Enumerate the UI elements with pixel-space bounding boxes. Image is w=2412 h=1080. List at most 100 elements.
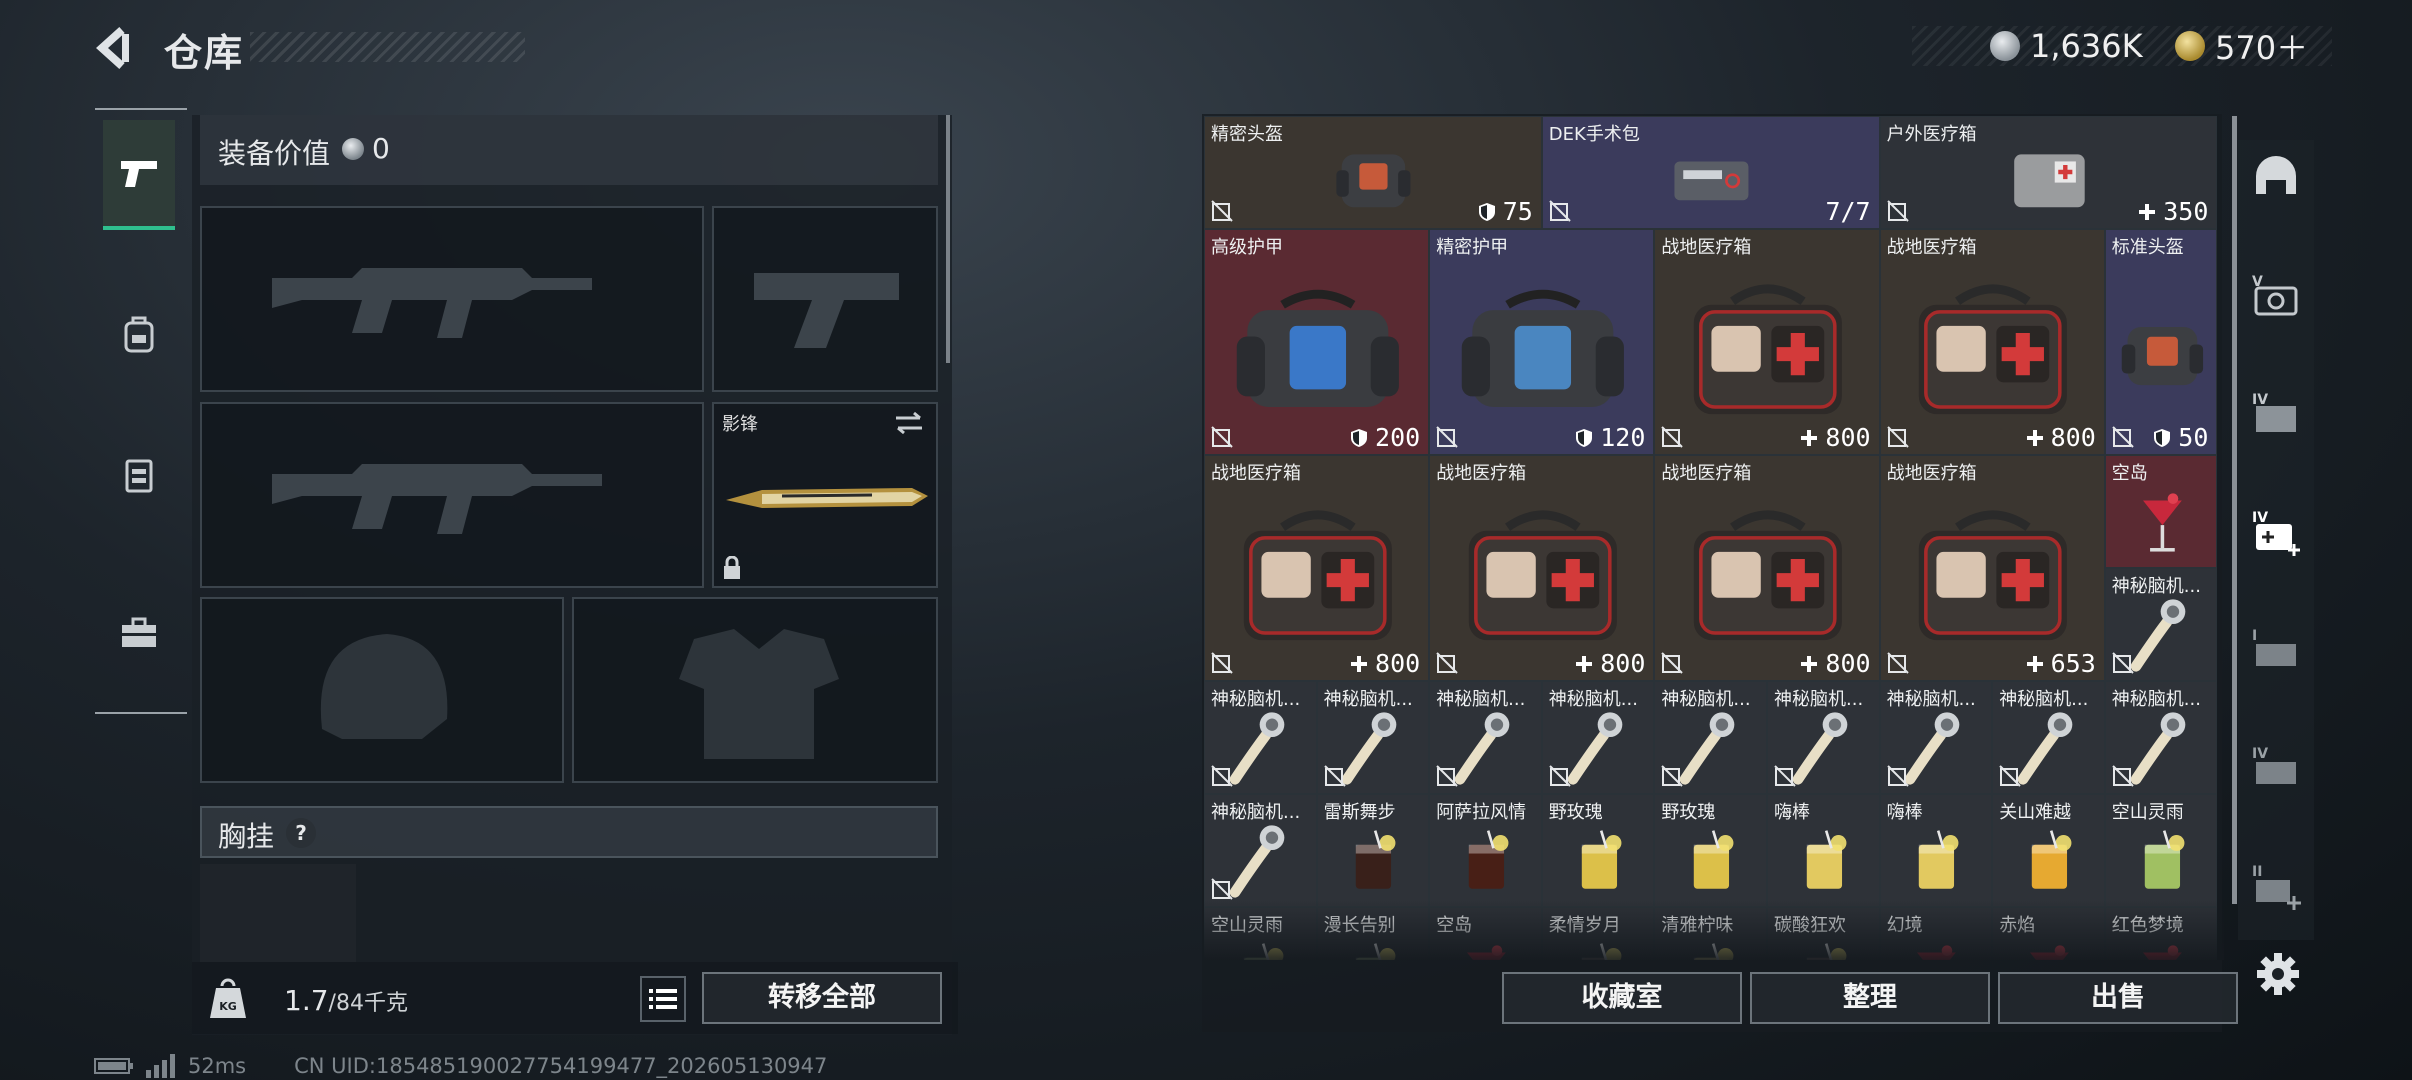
helmet-icon [1336,154,1411,208]
gem-balance[interactable]: 570＋ [2175,26,2308,67]
item-name: 关山难越 [1999,802,2072,823]
warehouse-item[interactable]: 神秘脑机... [2104,681,2218,794]
item-value-number: 800 [1375,649,1421,678]
warehouse-item[interactable]: 战地医疗箱 653 [1879,455,2105,681]
heal-plus-icon [1801,656,1818,672]
item-value: 200 [1349,423,1420,452]
collection-room-button[interactable]: 收藏室 [1502,972,1742,1024]
warehouse-item[interactable]: 嗨棒 [1879,794,1993,907]
warehouse-item[interactable]: 精密头盔 75 [1204,116,1542,229]
equipment-scrollbar[interactable] [946,115,950,363]
helmet-slot[interactable] [200,597,564,783]
container-iv-icon[interactable]: IV [2248,386,2304,442]
warehouse-item[interactable]: 空岛 [2104,455,2218,568]
backpack-icon [124,316,154,353]
left-nav [95,108,187,714]
warehouse-item[interactable]: 神秘脑机... [1767,681,1880,794]
back-arrow-icon[interactable] [92,24,140,72]
durability-shield-icon [1478,203,1495,221]
warehouse-item[interactable]: 神秘脑机... [2104,568,2218,681]
no-drop-icon [1211,652,1233,674]
container-ii-add-icon[interactable]: II [2248,858,2304,914]
medkit-icon [1919,510,2068,641]
warehouse-item[interactable]: 战地医疗箱 800 [1654,229,1880,455]
sell-button[interactable]: 出售 [1998,972,2238,1024]
page-title: 仓库 [164,31,245,75]
ping: 52ms [188,1054,247,1078]
warehouse-item[interactable]: 神秘脑机... [1654,681,1767,794]
no-drop-icon [1886,652,1909,674]
warehouse-item[interactable]: 战地医疗箱 800 [1654,455,1880,681]
item-name: 战地医疗箱 [1211,463,1301,484]
warehouse-item[interactable]: 雷斯舞步 [1316,794,1430,907]
medkit-icon [1468,510,1617,641]
warehouse-item[interactable]: 精密护甲 120 [1429,229,1655,455]
item-value: 120 [1574,423,1645,452]
cocktail-yellow-icon [1581,830,1622,889]
warehouse-item[interactable]: 野玫瑰 [1541,794,1655,907]
secondary-weapon-slot[interactable] [200,402,704,588]
transfer-all-button[interactable]: 转移全部 [702,972,942,1024]
coin-balance[interactable]: 1,636K [1990,26,2143,66]
warehouse-item[interactable]: 阿萨拉风情 [1429,794,1542,907]
title-decoration [250,32,525,62]
list-view-button[interactable] [640,976,686,1022]
no-drop-icon [1436,426,1458,448]
container-i-icon[interactable]: I [2248,622,2304,678]
warehouse-item[interactable]: 神秘脑机... [1204,794,1317,907]
armor-slot[interactable] [572,597,938,783]
nav-weapons[interactable] [103,120,175,230]
armor-icon [1461,290,1624,408]
durability-shield-icon [1576,429,1593,447]
help-icon[interactable]: ? [286,818,316,848]
item-name: 战地医疗箱 [1436,463,1527,484]
item-name: 阿萨拉风情 [1436,802,1527,823]
warehouse-item[interactable]: 战地医疗箱 800 [1879,229,2105,455]
item-name: 神秘脑机... [1999,689,2089,710]
item-value: 75 [1477,197,1533,226]
warehouse-item[interactable]: 空山灵雨 [2104,794,2218,907]
uid: CN UID:185485190027754199477_20260513094… [294,1054,828,1078]
warehouse-item[interactable]: 关山难越 [1992,794,2105,907]
warehouse-item[interactable]: 战地医疗箱 800 [1204,455,1430,681]
warehouse-item[interactable]: 神秘脑机... [1204,681,1317,794]
heal-plus-icon [2139,204,2156,220]
swap-icon[interactable] [892,410,926,436]
helmet-tab-icon[interactable] [2248,150,2304,206]
nav-toolbox[interactable] [103,578,175,688]
nav-backpack[interactable] [103,280,175,390]
warehouse-item[interactable]: 标准头盔 50 [2104,229,2218,455]
chest-rig-slot[interactable] [200,864,356,964]
warehouse-scrollbar[interactable] [2232,116,2237,904]
item-value-number: 800 [1825,649,1871,678]
melee-slot[interactable]: 影锋 [712,402,938,588]
container-iv-add-icon[interactable]: IV [2248,504,2304,560]
warehouse-item[interactable]: 户外医疗箱 350 [1879,116,2218,229]
warehouse-item[interactable]: 野玫瑰 [1654,794,1767,907]
warehouse-item[interactable]: 神秘脑机... [1541,681,1655,794]
no-drop-icon [2112,765,2134,787]
pistol-slot[interactable] [712,206,938,392]
sort-button[interactable]: 整理 [1750,972,1990,1024]
melee-name: 影锋 [722,414,758,435]
warehouse-item[interactable]: 神秘脑机... [1316,681,1430,794]
warehouse-item[interactable]: 战地医疗箱 800 [1429,455,1655,681]
warehouse-item[interactable]: DEK手术包 7/7 [1541,116,1880,229]
settings-gear-icon[interactable] [2256,952,2300,996]
nav-vest[interactable] [103,420,175,530]
status-line: 52ms CN UID:185485190027754199477_202605… [94,1054,827,1078]
item-value-number: 653 [2050,649,2096,678]
item-value-number: 350 [2163,197,2209,226]
item-value: 800 [1799,649,1871,678]
outdoor-kit-icon [2014,154,2085,208]
warehouse-item[interactable]: 神秘脑机... [1992,681,2105,794]
warehouse-item[interactable]: 嗨棒 [1767,794,1880,907]
warehouse-item[interactable]: 神秘脑机... [1429,681,1542,794]
warehouse-item[interactable]: 高级护甲 200 [1204,229,1430,455]
item-value: 800 [1799,423,1871,452]
container-iv-b-icon[interactable]: IV [2248,740,2304,796]
primary-weapon-slot[interactable] [200,206,704,392]
warehouse-item[interactable]: 神秘脑机... [1879,681,1993,794]
container-v-icon[interactable]: V [2248,268,2304,324]
signal-icon [146,1054,175,1078]
